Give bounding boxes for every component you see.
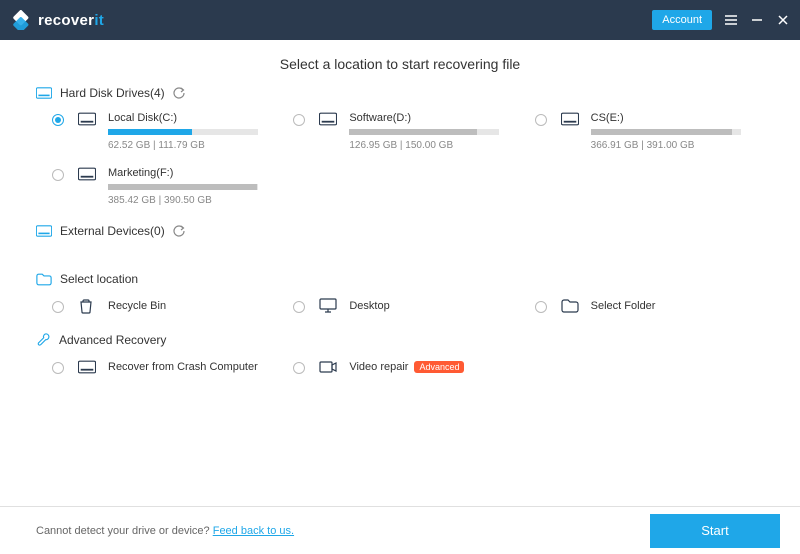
radio-drive-d[interactable] — [293, 114, 305, 126]
account-button[interactable]: Account — [652, 10, 712, 30]
radio-select-folder[interactable] — [535, 301, 547, 313]
drive-icon — [78, 167, 100, 181]
location-desktop[interactable]: Desktop — [293, 298, 522, 314]
titlebar: recoverit Account — [0, 0, 800, 40]
advanced-label: Recover from Crash Computer — [108, 361, 281, 373]
footer: Cannot detect your drive or device? Feed… — [0, 506, 800, 554]
location-label: Recycle Bin — [108, 300, 281, 312]
video-repair-icon — [319, 359, 341, 375]
start-button[interactable]: Start — [650, 514, 780, 548]
radio-video-repair[interactable] — [293, 362, 305, 374]
minimize-icon[interactable] — [750, 13, 764, 27]
section-label-hdd: Hard Disk Drives(4) — [60, 86, 165, 100]
drive-name: CS(E:) — [591, 112, 764, 124]
location-select-folder[interactable]: Select Folder — [535, 298, 764, 314]
desktop-icon — [319, 298, 341, 314]
advanced-badge: Advanced — [414, 361, 464, 373]
section-head-advanced: Advanced Recovery — [36, 332, 764, 347]
section-label-external: External Devices(0) — [60, 224, 165, 238]
folder-icon — [561, 299, 583, 313]
advanced-label: Video repair Advanced — [349, 361, 522, 373]
section-label-advanced: Advanced Recovery — [59, 333, 166, 347]
radio-crash[interactable] — [52, 362, 64, 374]
recycle-bin-icon — [78, 298, 100, 314]
drive-usage-bar — [108, 184, 258, 190]
close-icon[interactable] — [776, 13, 790, 27]
drive-icon — [319, 112, 341, 126]
radio-desktop[interactable] — [293, 301, 305, 313]
brand-logo-icon — [12, 10, 32, 30]
drive-item-cs-e[interactable]: CS(E:) 366.91 GB | 391.00 GB — [535, 112, 764, 151]
titlebar-controls: Account — [652, 10, 790, 30]
radio-drive-f[interactable] — [52, 169, 64, 181]
hdd-section-icon — [36, 87, 52, 99]
drive-icon — [561, 112, 583, 126]
locations-grid: Recycle Bin Desktop Select Folder — [36, 298, 764, 314]
drive-item-local-disk-c[interactable]: Local Disk(C:) 62.52 GB | 111.79 GB — [52, 112, 281, 151]
radio-recycle[interactable] — [52, 301, 64, 313]
drive-usage-bar — [349, 129, 499, 135]
drive-size-text: 126.95 GB | 150.00 GB — [349, 140, 522, 151]
advanced-video-repair[interactable]: Video repair Advanced — [293, 359, 522, 375]
menu-icon[interactable] — [724, 13, 738, 27]
advanced-grid: Recover from Crash Computer Video repair… — [36, 359, 764, 375]
radio-drive-c[interactable] — [52, 114, 64, 126]
location-label: Select Folder — [591, 300, 764, 312]
footer-text: Cannot detect your drive or device? Feed… — [36, 525, 294, 537]
advanced-crash-recover[interactable]: Recover from Crash Computer — [52, 359, 281, 375]
radio-drive-e[interactable] — [535, 114, 547, 126]
wrench-section-icon — [36, 332, 51, 347]
page-title: Select a location to start recovering fi… — [36, 56, 764, 72]
drive-item-software-d[interactable]: Software(D:) 126.95 GB | 150.00 GB — [293, 112, 522, 151]
drive-usage-bar — [108, 129, 258, 135]
section-head-hdd: Hard Disk Drives(4) — [36, 86, 764, 100]
refresh-external-icon[interactable] — [173, 225, 185, 237]
refresh-hdd-icon[interactable] — [173, 87, 185, 99]
drive-usage-bar — [591, 129, 741, 135]
section-head-select-location: Select location — [36, 272, 764, 286]
brand: recoverit — [12, 10, 104, 30]
drive-item-marketing-f[interactable]: Marketing(F:) 385.42 GB | 390.50 GB — [52, 167, 281, 206]
location-recycle-bin[interactable]: Recycle Bin — [52, 298, 281, 314]
drive-size-text: 366.91 GB | 391.00 GB — [591, 140, 764, 151]
drive-size-text: 62.52 GB | 111.79 GB — [108, 140, 281, 151]
drive-icon — [78, 112, 100, 126]
drive-name: Software(D:) — [349, 112, 522, 124]
drive-name: Marketing(F:) — [108, 167, 281, 179]
folder-section-icon — [36, 273, 52, 286]
section-label-select-location: Select location — [60, 272, 138, 286]
location-label: Desktop — [349, 300, 522, 312]
drive-name: Local Disk(C:) — [108, 112, 281, 124]
section-head-external: External Devices(0) — [36, 224, 764, 238]
content-area: Select a location to start recovering fi… — [0, 40, 800, 506]
drives-grid: Local Disk(C:) 62.52 GB | 111.79 GB Soft… — [36, 112, 764, 206]
external-section-icon — [36, 225, 52, 237]
feedback-link[interactable]: Feed back to us. — [213, 525, 294, 537]
drive-icon — [78, 360, 100, 374]
brand-text: recoverit — [38, 12, 104, 29]
drive-size-text: 385.42 GB | 390.50 GB — [108, 195, 281, 206]
